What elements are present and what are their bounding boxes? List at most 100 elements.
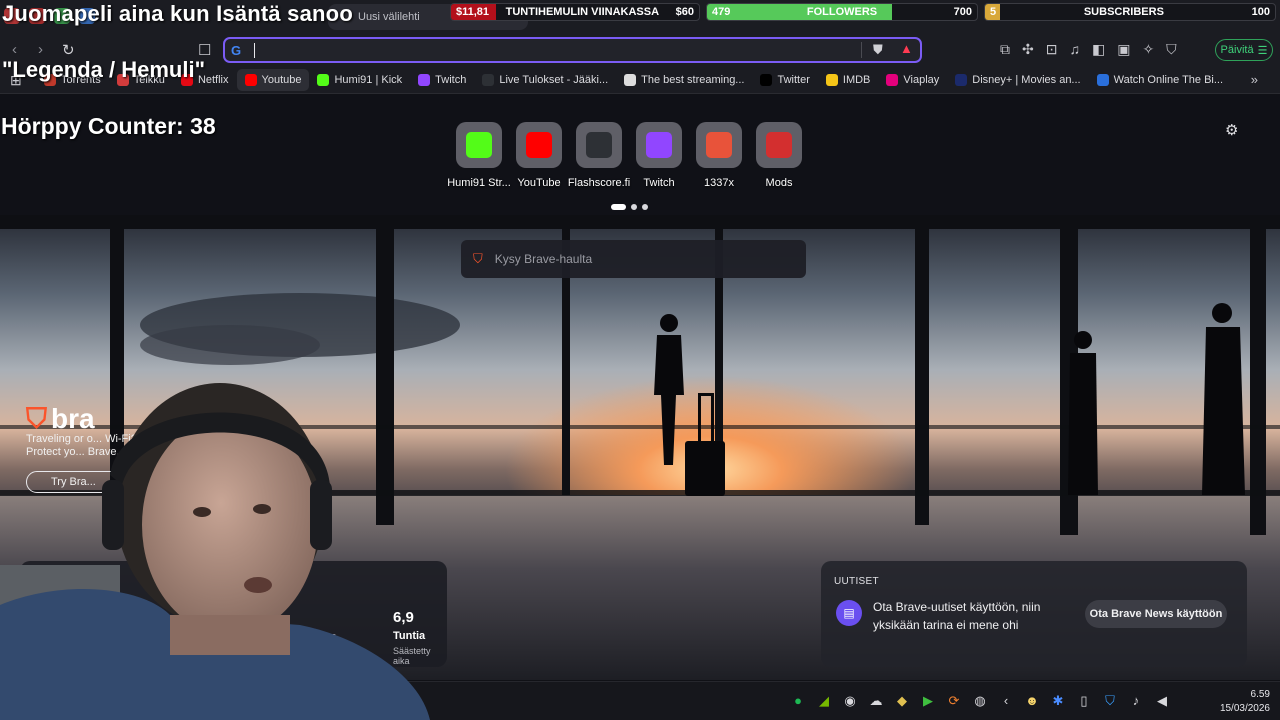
bookmark-label: Youtube — [261, 74, 302, 86]
bookmark-item[interactable]: IMDB — [818, 69, 879, 91]
bookmark-item[interactable]: Twitter — [752, 69, 817, 91]
goal-label: SUBSCRIBERS — [1083, 6, 1164, 18]
bookmark-item[interactable]: Humi91 | Kick — [309, 69, 410, 91]
bluetooth-icon[interactable]: ✱ — [1050, 693, 1066, 709]
bookmark-item[interactable]: Youtube — [236, 69, 310, 91]
brave-rewards-icon[interactable]: ▲ — [900, 41, 913, 56]
goal-target: $60 — [675, 6, 694, 18]
menu-icon: ☰ — [1257, 44, 1268, 57]
bookmark-item[interactable]: The best streaming... — [616, 69, 752, 91]
bookmark-item[interactable]: Watch Online The Bi... — [1089, 69, 1231, 91]
leo-ai-icon[interactable]: ✧ — [1142, 41, 1154, 58]
bookmark-label: Viaplay — [903, 74, 940, 86]
pager-dot[interactable] — [631, 204, 637, 210]
webcam-feed — [0, 383, 430, 720]
address-bar[interactable]: G ⛊ ▲ — [223, 37, 922, 63]
forward-icon[interactable]: › — [38, 41, 43, 58]
cloud-icon[interactable]: ☁ — [868, 693, 884, 709]
update-button[interactable]: Päivitä ☰ — [1215, 39, 1273, 61]
divider — [861, 42, 862, 58]
cast-icon[interactable]: ⧉ — [1000, 41, 1010, 58]
streaming-icon — [624, 74, 637, 86]
bookmark-label: IMDB — [842, 74, 871, 86]
top-site-tile[interactable]: Flashscore.fi — [567, 122, 631, 189]
top-sites: Humi91 Str... YouTube Flashscore.fi Twitch 1… — [447, 122, 809, 189]
tile-label: Mods — [765, 177, 793, 189]
goal-label: TUNTIHEMULIN VIINAKASSA — [505, 6, 660, 18]
defender-icon[interactable]: ⛉ — [1102, 693, 1118, 709]
bookmark-label: Twitter — [777, 74, 810, 86]
top-site-tile[interactable]: 1337x — [689, 122, 749, 189]
twitch-icon — [418, 74, 431, 86]
flashscore-icon — [482, 74, 495, 86]
enable-news-button[interactable]: Ota Brave News käyttöön — [1085, 600, 1227, 628]
bookmark-item[interactable]: Viaplay — [878, 69, 947, 91]
tile-icon-box — [756, 122, 802, 168]
goal-target: 100 — [1251, 6, 1270, 18]
goal-amount: $11,81 — [456, 6, 490, 18]
tile-icon-box — [456, 122, 502, 168]
goal-bar-viinakassa: $11,81 TUNTIHEMULIN VIINAKASSA $60 — [450, 3, 700, 21]
bookmark-item[interactable]: Twitch — [410, 69, 474, 91]
google-icon: G — [231, 43, 242, 58]
spotify-icon[interactable]: ● — [790, 693, 806, 709]
bookmark-item[interactable]: Live Tulokset - Jääki... — [474, 69, 616, 91]
bookmarks-list: Torrents Telkku Netflix Youtube Humi91 | Kic… — [36, 66, 1231, 94]
wallet-icon[interactable]: ▣ — [1117, 41, 1130, 58]
bookmark-label: Live Tulokset - Jääki... — [499, 74, 609, 86]
youtube-icon — [526, 132, 552, 158]
brave-search-box[interactable]: ⛉ Kysy Brave-haulta — [461, 240, 806, 278]
1337x-icon — [706, 132, 732, 158]
emoji-icon[interactable]: ☻ — [1024, 693, 1040, 709]
top-site-tile[interactable]: Humi91 Str... — [447, 122, 511, 189]
extensions-icon[interactable]: ✣ — [1022, 41, 1034, 58]
twitch-icon — [646, 132, 672, 158]
chevron-icon[interactable]: ‹ — [998, 693, 1014, 709]
tile-label: 1337x — [704, 177, 734, 189]
microphone-icon[interactable]: ♪ — [1128, 693, 1144, 709]
tile-icon-box — [516, 122, 562, 168]
news-icon: ▤ — [836, 600, 862, 626]
volume-icon[interactable]: ◀ — [1154, 693, 1170, 709]
news-title: UUTISET — [834, 576, 879, 587]
screenshot-icon[interactable]: ⊡ — [1046, 41, 1058, 58]
back-icon[interactable]: ‹ — [12, 41, 17, 58]
clock-time: 6.59 — [1250, 689, 1270, 700]
brave-shields-icon[interactable]: ⛊ — [873, 42, 883, 58]
steam-icon[interactable]: ◍ — [972, 693, 988, 709]
top-site-tile[interactable]: Mods — [749, 122, 809, 189]
top-site-tile[interactable]: YouTube — [509, 122, 569, 189]
pager-dot[interactable] — [611, 204, 626, 210]
usb-icon[interactable]: ▯ — [1076, 693, 1092, 709]
app-icon[interactable]: ◆ — [894, 693, 910, 709]
bookmark-item[interactable]: Disney+ | Movies an... — [947, 69, 1088, 91]
tile-label: Twitch — [643, 177, 675, 189]
more-bookmarks-icon[interactable]: » — [1251, 72, 1258, 87]
play-icon[interactable]: ▶ — [920, 693, 936, 709]
clock-date: 15/03/2026 — [1219, 703, 1270, 714]
x-icon — [760, 74, 773, 86]
vpn-icon[interactable]: ⛉ — [1166, 41, 1177, 58]
sidebar-icon[interactable]: ◧ — [1092, 41, 1105, 58]
nvidia-icon[interactable]: ◢ — [816, 693, 832, 709]
sync-icon[interactable]: ⟳ — [946, 693, 962, 709]
address-input[interactable] — [259, 39, 819, 61]
news-text: Ota Brave-uutiset käyttöön, niin yksikää… — [873, 600, 1041, 632]
mods-icon — [766, 132, 792, 158]
system-tray: ● ◢ ◉ ☁ ◆ ▶ ⟳ ◍ ‹ ☻ ✱ ▯ ⛉ ♪ ◀ — [790, 693, 1170, 709]
media-icon[interactable]: ♫ — [1069, 41, 1080, 58]
tile-label: Flashscore.fi — [567, 177, 631, 189]
toolbar-icons: ⧉ ✣ ⊡ ♫ ◧ ▣ ✧ ⛉ — [1000, 41, 1177, 58]
tile-icon-box — [696, 122, 742, 168]
discord-icon[interactable]: ◉ — [842, 693, 858, 709]
tab-title: Uusi välilehti — [358, 11, 420, 23]
settings-gear-icon[interactable]: ⚙ — [1225, 121, 1238, 139]
top-site-tile[interactable]: Twitch — [629, 122, 689, 189]
goal-bar-followers: 479 FOLLOWERS 700 — [706, 3, 978, 21]
tile-icon-box — [576, 122, 622, 168]
bookmark-label: Disney+ | Movies an... — [972, 74, 1081, 86]
pager-dot[interactable] — [642, 204, 648, 210]
kick-icon — [317, 74, 330, 86]
goal-amount: 5 — [990, 6, 997, 18]
system-clock[interactable]: 6.59 15/03/2026 — [1210, 688, 1270, 716]
